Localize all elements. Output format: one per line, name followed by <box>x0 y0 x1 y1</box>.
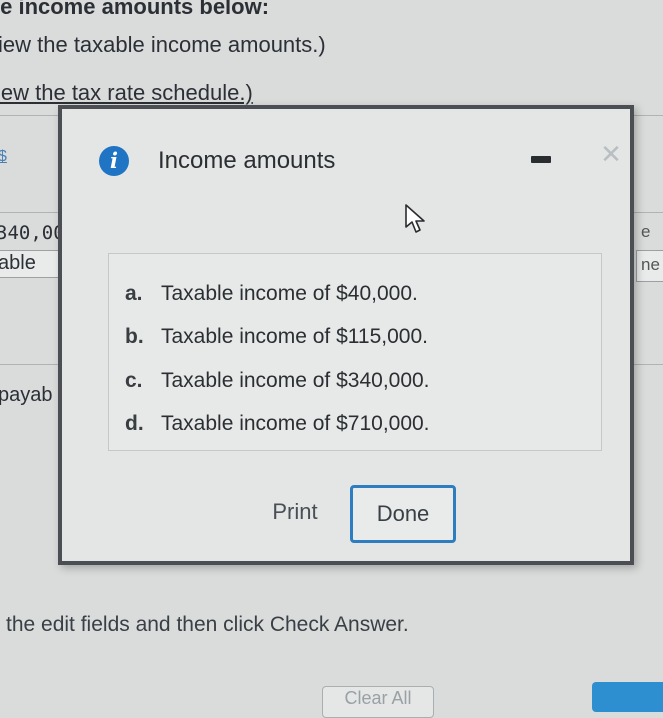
background-column-marker: $ <box>0 148 7 165</box>
item-letter: c. <box>125 369 143 392</box>
clear-all-button[interactable]: Clear All <box>322 686 434 718</box>
income-amounts-list: a. Taxable income of $40,000. b. Taxable i… <box>108 253 602 451</box>
minimize-icon <box>531 156 551 163</box>
item-letter: d. <box>125 412 144 435</box>
income-amount-item-a: a. Taxable income of $40,000. <box>125 282 418 306</box>
background-right-fragment: ne <box>641 255 660 274</box>
close-icon: ✕ <box>600 139 622 169</box>
view-tax-rate-schedule-link[interactable]: iew the tax rate schedule.) <box>0 80 253 106</box>
background-bottom-instruction: the edit fields and then click Check Ans… <box>6 613 409 636</box>
income-amount-item-b: b. Taxable income of $115,000. <box>125 325 428 349</box>
item-letter: a. <box>125 282 143 305</box>
cursor-arrow-icon <box>405 204 425 233</box>
income-amount-item-d: d. Taxable income of $710,000. <box>125 412 430 436</box>
close-button[interactable]: ✕ <box>598 141 624 167</box>
dialog-title: Income amounts <box>158 147 336 174</box>
background-instruction-heading: le income amounts below: <box>0 0 270 19</box>
item-text: Taxable income of $340,000. <box>161 369 430 392</box>
done-button[interactable]: Done <box>350 485 456 543</box>
view-income-amounts-link[interactable]: iew the taxable income amounts.) <box>0 32 326 58</box>
print-button[interactable]: Print <box>254 485 336 539</box>
income-amounts-dialog: i Income amounts ✕ a. Taxable income of $… <box>58 105 634 565</box>
background-amount-label: 340,00 <box>0 222 65 244</box>
minimize-button[interactable] <box>528 149 554 171</box>
item-text: Taxable income of $40,000. <box>161 282 418 305</box>
dialog-header: i Income amounts ✕ <box>62 109 630 207</box>
info-icon: i <box>99 146 129 176</box>
income-amount-item-c: c. Taxable income of $340,000. <box>125 369 430 393</box>
item-letter: b. <box>125 325 144 348</box>
background-taxable-label: able <box>0 252 36 274</box>
item-text: Taxable income of $710,000. <box>161 412 430 435</box>
item-text: Taxable income of $115,000. <box>161 325 428 348</box>
check-answer-button[interactable] <box>592 682 663 712</box>
background-right-fragment: e <box>641 222 651 241</box>
background-payable-label: payab <box>0 384 53 406</box>
